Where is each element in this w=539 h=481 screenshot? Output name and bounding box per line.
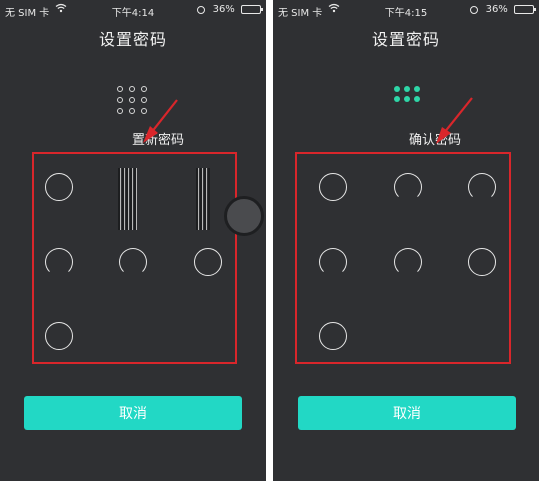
floating-assistive-button[interactable] [224,196,264,236]
pattern-dot-4[interactable] [45,248,73,276]
preview-dot [404,86,410,92]
page-title: 设置密码 [371,30,440,49]
render-artifact [118,168,138,230]
pattern-preview-icon [394,86,424,116]
battery-percent: 36% [212,4,235,15]
cancel-button[interactable]: 取消 [298,396,516,430]
battery-percent: 36% [485,4,508,15]
preview-dot [117,86,123,92]
pattern-dot-3[interactable] [468,173,496,201]
lock-rotation-icon [470,5,479,14]
pattern-preview-icon [117,86,147,116]
preview-dot [117,97,123,103]
instruction-text: 确认密码 [409,133,462,148]
preview-dot [129,86,135,92]
status-bar: 无 SIM 卡 下午4:15 36% [273,0,539,20]
preview-dot [141,108,147,114]
preview-dot [141,86,147,92]
preview-dot [129,97,135,103]
preview-dot [129,108,135,114]
pattern-dot-1[interactable] [319,173,347,201]
preview-dot [141,97,147,103]
render-artifact [196,168,210,230]
phone-screen-right: 无 SIM 卡 下午4:15 36% 设置密码 确认密码 取消 [273,0,539,481]
pattern-dot-6[interactable] [468,248,496,276]
preview-dot [394,96,400,102]
battery-icon [241,5,263,14]
pattern-dot-4[interactable] [319,248,347,276]
pattern-dot-7[interactable] [319,322,347,350]
phone-screen-left: 无 SIM 卡 下午4:14 36% 设置密码 置新密码 取消 [0,0,266,481]
lock-rotation-icon [197,5,206,14]
preview-dot [414,86,420,92]
preview-dot [404,96,410,102]
page-title: 设置密码 [98,30,167,49]
preview-dot [394,86,400,92]
preview-dot [117,108,123,114]
pattern-dot-5[interactable] [119,248,147,276]
status-bar: 无 SIM 卡 下午4:14 36% [0,0,266,20]
pattern-dot-6[interactable] [194,248,222,276]
cancel-button[interactable]: 取消 [24,396,242,430]
preview-dot [414,96,420,102]
pattern-dot-1[interactable] [45,173,73,201]
instruction-text: 置新密码 [132,133,185,148]
pattern-dot-7[interactable] [45,322,73,350]
battery-icon [514,5,536,14]
pattern-dot-5[interactable] [394,248,422,276]
pattern-dot-2[interactable] [394,173,422,201]
